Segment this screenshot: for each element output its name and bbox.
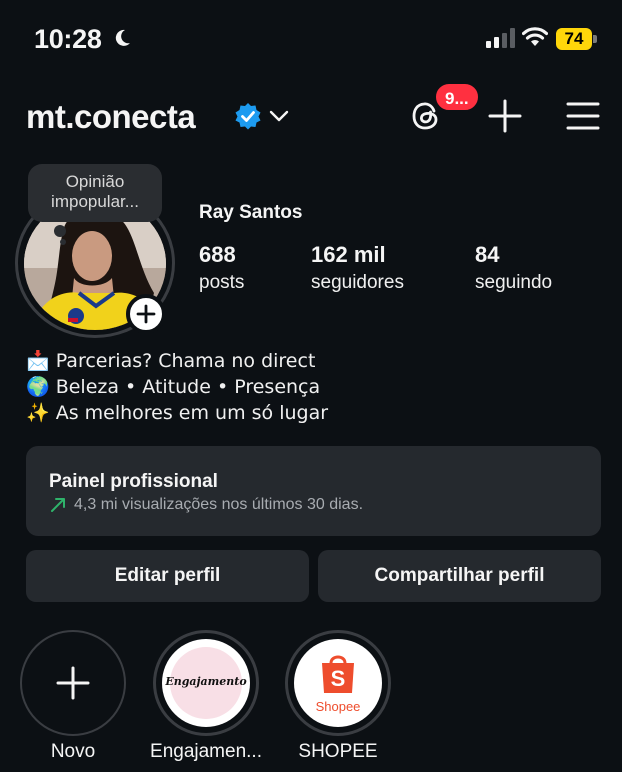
shopee-bag-icon: S [322, 655, 354, 693]
highlight-cover-text: Engajamento [165, 675, 247, 688]
stat-followers[interactable]: 162 mil seguidores [311, 242, 404, 294]
status-bar: 10:28 74 [0, 0, 622, 80]
stat-followers-label: seguidores [311, 272, 404, 293]
stat-posts-value: 688 [199, 242, 236, 267]
account-switcher-username[interactable]: mt.conecta [26, 98, 196, 136]
stat-followers-value: 162 mil [311, 242, 386, 267]
profile-bio: 📩 Parcerias? Chama no direct 🌍 Beleza • … [26, 348, 328, 426]
bio-line: ✨ As melhores em um só lugar [26, 402, 329, 424]
note-bubble-tail-small [60, 239, 66, 245]
highlight-label: SHOPEE [298, 741, 378, 762]
chevron-down-icon[interactable] [268, 106, 290, 126]
edit-profile-button[interactable]: Editar perfil [26, 550, 309, 602]
note-bubble-tail [54, 225, 66, 237]
battery-level: 74 [556, 28, 592, 50]
highlight-label: Novo [50, 741, 96, 762]
highlight-cover: Engajamento [162, 639, 250, 727]
plus-icon [136, 304, 156, 324]
highlight-cover-ring: Engajamento [153, 630, 259, 736]
share-profile-button[interactable]: Compartilhar perfil [318, 550, 601, 602]
bio-line: 🌍 Beleza • Atitude • Presença [26, 376, 321, 398]
bio-line: 📩 Parcerias? Chama no direct [26, 350, 316, 372]
plus-icon [56, 666, 90, 700]
profile-note-bubble[interactable]: Opinião impopular... [28, 164, 162, 222]
dashboard-title: Painel profissional [49, 471, 218, 492]
svg-text:S: S [331, 666, 346, 691]
highlight-label: Engajamen... [150, 741, 262, 762]
profile-display-name: Ray Santos [199, 202, 303, 223]
battery-tip [593, 35, 597, 43]
status-time: 10:28 [34, 24, 102, 54]
stat-posts-label: posts [199, 272, 245, 293]
stat-posts[interactable]: 688 posts [199, 242, 244, 294]
plus-icon[interactable] [487, 98, 523, 134]
cellular-signal-icon [486, 28, 515, 48]
trend-up-arrow-icon [51, 498, 65, 512]
battery-indicator: 74 [556, 28, 598, 50]
professional-dashboard-card[interactable]: Painel profissional 4,3 mi visualizações… [26, 446, 601, 536]
profile-header: mt.conecta [0, 92, 622, 142]
highlight-cover-text: Shopee [315, 699, 361, 714]
profile-note-text: Opinião impopular... [51, 172, 139, 211]
highlight-cover: S Shopee [294, 639, 382, 727]
threads-notification-badge[interactable]: 9... [434, 82, 480, 112]
highlight-cover-ring: S Shopee [285, 630, 391, 736]
add-story-button[interactable] [126, 294, 166, 334]
wifi-icon [522, 27, 548, 46]
stat-following[interactable]: 84 seguindo [475, 242, 552, 294]
moon-icon [115, 29, 130, 46]
hamburger-menu-icon[interactable] [566, 101, 600, 131]
dashboard-subtitle: 4,3 mi visualizações nos últimos 30 dias… [74, 496, 364, 513]
stat-following-value: 84 [475, 242, 500, 267]
verified-badge-icon [235, 103, 261, 130]
new-highlight-circle [20, 630, 126, 736]
stat-following-label: seguindo [475, 272, 553, 293]
